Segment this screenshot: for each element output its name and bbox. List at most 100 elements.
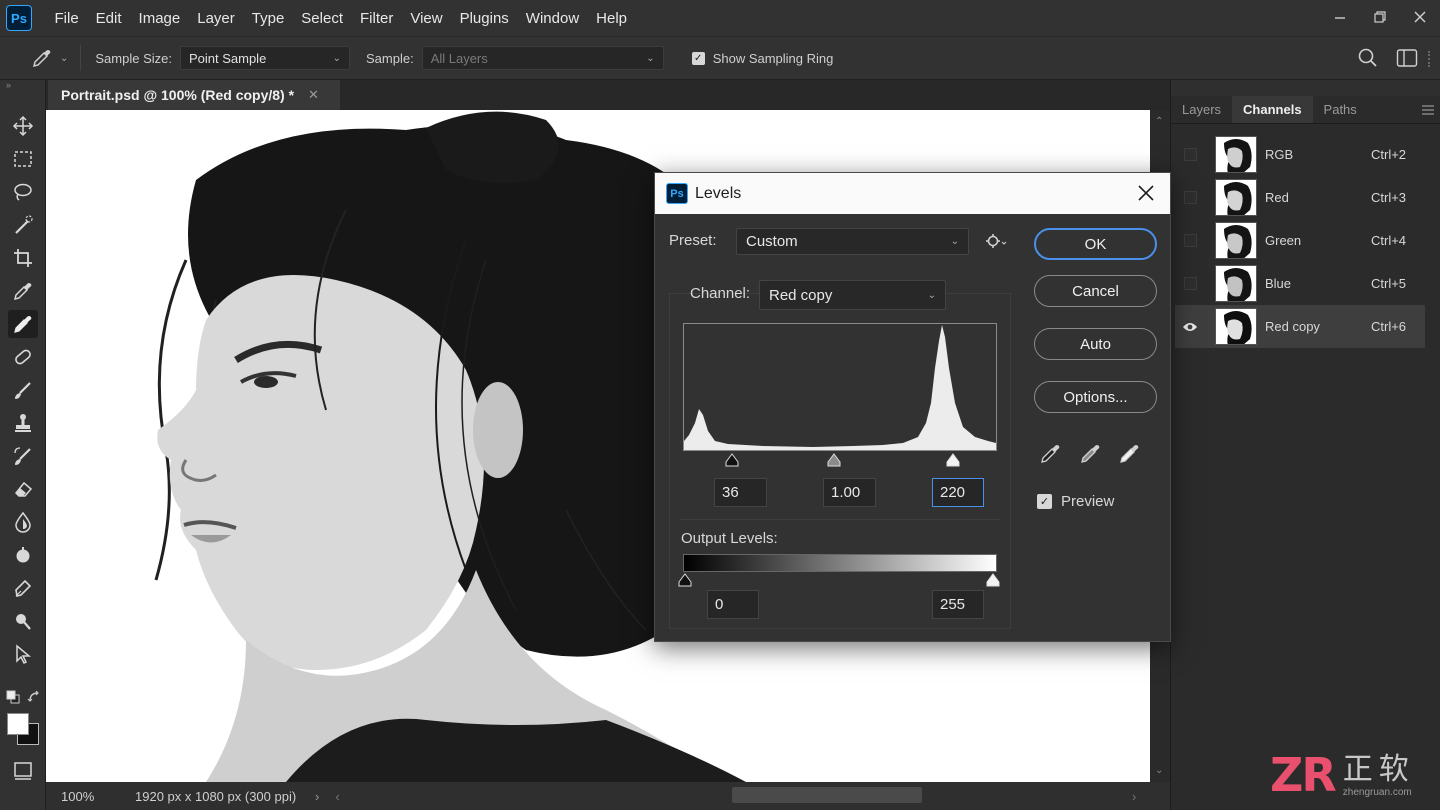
document-info: 1920 px x 1080 px (300 ppi) bbox=[135, 788, 297, 804]
swap-colors-icon[interactable] bbox=[27, 690, 41, 707]
window-controls bbox=[1320, 0, 1440, 36]
preset-options-icon[interactable] bbox=[985, 233, 1007, 252]
output-white-field[interactable]: 255 bbox=[932, 590, 984, 619]
close-tab-icon[interactable]: ✕ bbox=[308, 87, 319, 103]
black-point-eyedropper-icon[interactable] bbox=[1039, 441, 1063, 468]
menu-filter[interactable]: Filter bbox=[352, 10, 402, 27]
menu-view[interactable]: View bbox=[402, 10, 451, 27]
menu-image[interactable]: Image bbox=[130, 10, 189, 27]
quick-selection-tool-icon[interactable] bbox=[8, 211, 38, 239]
scroll-left-icon[interactable]: ‹ bbox=[335, 789, 339, 804]
input-black-slider-icon[interactable] bbox=[725, 453, 739, 470]
output-levels-label: Output Levels: bbox=[681, 530, 778, 547]
healing-brush-tool-icon[interactable] bbox=[8, 343, 38, 371]
input-white-slider-icon[interactable] bbox=[946, 453, 960, 470]
channel-row-rgb[interactable]: RGB Ctrl+2 bbox=[1175, 133, 1425, 176]
scroll-down-icon[interactable]: ⌄ bbox=[1155, 765, 1163, 776]
preset-label: Preset: bbox=[669, 232, 717, 249]
blur-tool-icon[interactable] bbox=[8, 508, 38, 536]
gray-point-eyedropper-icon[interactable] bbox=[1079, 441, 1103, 468]
menu-edit[interactable]: Edit bbox=[87, 10, 130, 27]
search-icon[interactable] bbox=[1357, 47, 1379, 72]
input-white-field[interactable]: 220 bbox=[932, 478, 984, 507]
preset-select[interactable]: Custom ⌄ bbox=[736, 228, 969, 255]
horizontal-scroll-thumb[interactable] bbox=[732, 787, 922, 803]
menu-help[interactable]: Help bbox=[588, 10, 636, 27]
eyedropper-tool-preset-icon[interactable]: ⌄ bbox=[30, 46, 68, 70]
visibility-toggle[interactable] bbox=[1175, 148, 1205, 161]
status-menu-icon[interactable]: › bbox=[315, 789, 319, 804]
channel-select[interactable]: Red copy ⌄ bbox=[759, 280, 946, 310]
white-point-eyedropper-icon[interactable] bbox=[1118, 441, 1142, 468]
brush-tool-icon[interactable] bbox=[8, 376, 38, 404]
color-sampler-tool-icon[interactable] bbox=[8, 310, 38, 338]
marquee-tool-icon[interactable] bbox=[8, 145, 38, 173]
preview-label: Preview bbox=[1061, 493, 1115, 510]
lasso-tool-icon[interactable] bbox=[8, 178, 38, 206]
output-white-slider-icon[interactable] bbox=[986, 573, 1000, 590]
menu-file[interactable]: File bbox=[46, 10, 87, 27]
eyedropper-tool-icon[interactable] bbox=[8, 277, 38, 305]
cancel-button[interactable]: Cancel bbox=[1034, 275, 1157, 307]
move-tool-icon[interactable] bbox=[8, 112, 38, 140]
dialog-close-icon[interactable] bbox=[1134, 181, 1158, 205]
restore-icon[interactable] bbox=[1360, 10, 1400, 27]
sample-size-value: Point Sample bbox=[188, 50, 267, 66]
output-black-field[interactable]: 0 bbox=[707, 590, 759, 619]
tab-channels[interactable]: Channels bbox=[1232, 96, 1313, 123]
history-brush-tool-icon[interactable] bbox=[8, 442, 38, 470]
auto-button[interactable]: Auto bbox=[1034, 328, 1157, 360]
menu-plugins[interactable]: Plugins bbox=[451, 10, 517, 27]
visibility-toggle[interactable] bbox=[1175, 321, 1205, 333]
panel-menu-icon[interactable] bbox=[1416, 96, 1440, 123]
dialog-title-bar[interactable]: Ps Levels bbox=[655, 173, 1170, 214]
output-black-slider-icon[interactable] bbox=[678, 573, 692, 590]
channel-thumbnail bbox=[1215, 179, 1257, 216]
eraser-tool-icon[interactable] bbox=[8, 475, 38, 503]
scroll-up-icon[interactable]: ⌃ bbox=[1155, 116, 1163, 127]
show-sampling-ring-checkbox[interactable]: ✓ Show Sampling Ring bbox=[691, 50, 842, 66]
options-button[interactable]: Options... bbox=[1034, 381, 1157, 413]
workspace-icon[interactable] bbox=[1396, 48, 1418, 71]
sample-size-select[interactable]: Point Sample ⌄ bbox=[179, 46, 350, 70]
crop-tool-icon[interactable] bbox=[8, 244, 38, 272]
photoshop-window: Ps File Edit Image Layer Type Select Fil… bbox=[0, 0, 1440, 810]
sample-select[interactable]: All Layers ⌄ bbox=[421, 46, 664, 70]
input-gamma-slider-icon[interactable] bbox=[827, 453, 841, 470]
dodge-tool-icon[interactable] bbox=[8, 541, 38, 569]
ok-button[interactable]: OK bbox=[1034, 228, 1157, 260]
screen-mode-icon[interactable] bbox=[8, 756, 38, 784]
scroll-right-icon[interactable]: › bbox=[1132, 789, 1136, 804]
close-icon[interactable] bbox=[1400, 10, 1440, 27]
document-tab[interactable]: Portrait.psd @ 100% (Red copy/8) * ✕ bbox=[48, 80, 340, 110]
collapse-toolbar-icon[interactable]: » bbox=[6, 80, 11, 90]
channel-row-red[interactable]: Red Ctrl+3 bbox=[1175, 176, 1425, 219]
channel-row-green[interactable]: Green Ctrl+4 bbox=[1175, 219, 1425, 262]
default-colors-icon[interactable] bbox=[6, 690, 20, 707]
show-sampling-ring-label: Show Sampling Ring bbox=[712, 50, 834, 66]
visibility-toggle[interactable] bbox=[1175, 234, 1205, 247]
input-gamma-field[interactable]: 1.00 bbox=[823, 478, 876, 507]
menu-window[interactable]: Window bbox=[517, 10, 587, 27]
panel-collapse-strip[interactable] bbox=[1171, 80, 1440, 96]
type-tool-icon[interactable] bbox=[8, 607, 38, 635]
pen-tool-icon[interactable] bbox=[8, 574, 38, 602]
tab-layers[interactable]: Layers bbox=[1171, 96, 1232, 123]
tab-paths[interactable]: Paths bbox=[1313, 96, 1368, 123]
tools-panel: » bbox=[0, 80, 46, 810]
clone-stamp-tool-icon[interactable] bbox=[8, 409, 38, 437]
zoom-level[interactable]: 100% bbox=[61, 789, 135, 804]
foreground-color-swatch[interactable] bbox=[7, 713, 29, 735]
menu-type[interactable]: Type bbox=[243, 10, 293, 27]
channel-name: Blue bbox=[1265, 276, 1292, 291]
visibility-toggle[interactable] bbox=[1175, 277, 1205, 290]
minimize-icon[interactable] bbox=[1320, 10, 1360, 27]
menu-select[interactable]: Select bbox=[293, 10, 352, 27]
path-selection-tool-icon[interactable] bbox=[8, 640, 38, 668]
channel-row-blue[interactable]: Blue Ctrl+5 bbox=[1175, 262, 1425, 305]
menu-layer[interactable]: Layer bbox=[189, 10, 244, 27]
channel-row-red-copy[interactable]: Red copy Ctrl+6 bbox=[1175, 305, 1425, 348]
visibility-toggle[interactable] bbox=[1175, 191, 1205, 204]
input-black-field[interactable]: 36 bbox=[714, 478, 767, 507]
preview-checkbox[interactable]: ✓ bbox=[1037, 494, 1052, 509]
